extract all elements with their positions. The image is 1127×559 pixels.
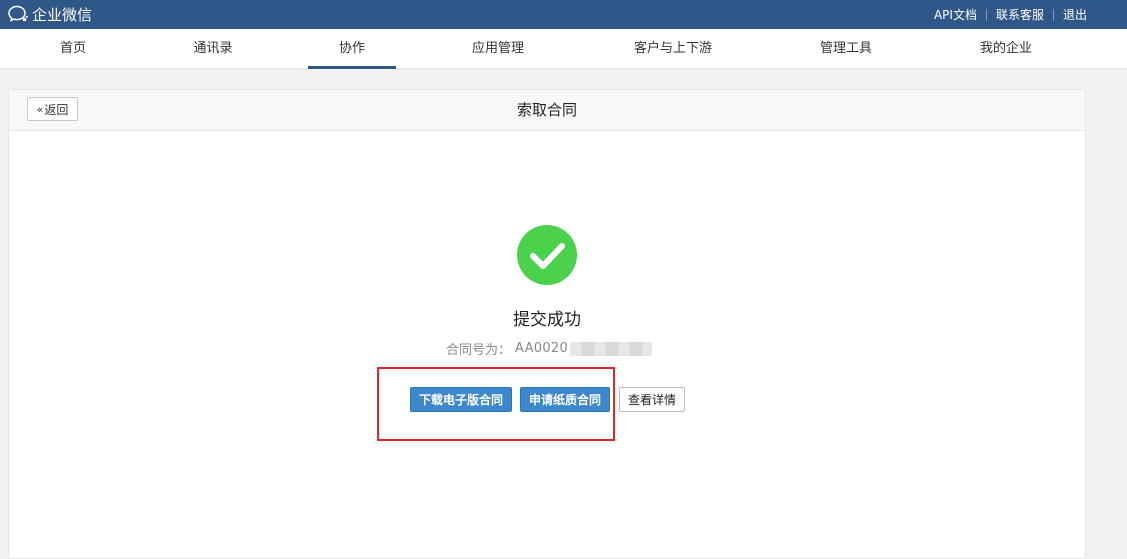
nav-item-management-tools[interactable]: 管理工具 (810, 29, 882, 69)
nav-item-app-management[interactable]: 应用管理 (462, 29, 534, 69)
page-title: 索取合同 (516, 101, 577, 119)
top-bar: 企业微信 API文档 联系客服 退出 (0, 0, 1127, 29)
divider (985, 8, 987, 21)
logout-link[interactable]: 退出 (1063, 6, 1087, 23)
card-header: « 返回 索取合同 (9, 90, 1085, 131)
contact-support-link[interactable]: 联系客服 (996, 6, 1044, 23)
top-links: API文档 联系客服 退出 (934, 0, 1087, 29)
nav-item-contacts[interactable]: 通讯录 (182, 29, 244, 69)
wecom-logo-icon (8, 5, 28, 22)
contract-request-card: « 返回 索取合同 提交成功 合同号为： AA0020 下载电子版合同 申请纸质… (8, 89, 1086, 559)
success-message: 提交成功 (513, 310, 581, 330)
nav-item-customers-partners[interactable]: 客户与上下游 (622, 29, 724, 69)
nav-item-home[interactable]: 首页 (49, 29, 97, 69)
apply-paper-contract-button[interactable]: 申请纸质合同 (520, 387, 610, 412)
redacted-mask (570, 341, 653, 356)
api-docs-link[interactable]: API文档 (934, 6, 977, 23)
contract-number: 合同号为： AA0020 (446, 339, 653, 358)
brand[interactable]: 企业微信 (7, 4, 92, 24)
contract-number-label: 合同号为： (446, 343, 512, 358)
divider (1052, 8, 1054, 21)
success-check-icon (517, 225, 577, 285)
main-nav: 首页 通讯录 协作 应用管理 客户与上下游 管理工具 我的企业 (0, 29, 1127, 69)
download-electronic-contract-button[interactable]: 下载电子版合同 (410, 387, 512, 412)
contract-number-value: AA0020 (515, 341, 569, 356)
view-details-button[interactable]: 查看详情 (619, 387, 685, 412)
nav-item-collaboration[interactable]: 协作 (308, 29, 396, 69)
brand-text: 企业微信 (32, 5, 93, 24)
nav-item-my-enterprise[interactable]: 我的企业 (970, 29, 1042, 69)
